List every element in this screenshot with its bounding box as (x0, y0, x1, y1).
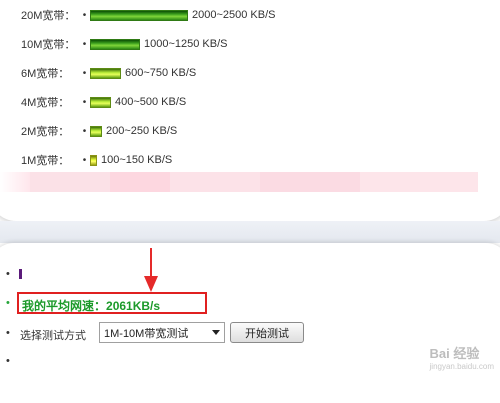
bandwidth-row: 2M宽带： • 200~250 KB/S (21, 124, 177, 138)
bullet: • (82, 154, 87, 166)
speed-bar (90, 154, 97, 166)
chevron-down-icon (212, 330, 220, 335)
bandwidth-label: 10M宽带： (21, 39, 76, 51)
bandwidth-row: 1M宽带： • 100~150 KB/S (21, 153, 172, 167)
redacted-strip (360, 172, 478, 192)
average-speed-value: 2061KB/s (106, 299, 161, 313)
speed-range: 400~500 KB/S (115, 96, 187, 108)
average-speed-result: 我的平均网速：2061KB/s (22, 297, 160, 314)
redacted-strip (30, 172, 110, 192)
loading-indicator (19, 269, 22, 279)
speed-range: 1000~1250 KB/S (144, 38, 228, 50)
bullet: • (6, 297, 10, 309)
bandwidth-label: 2M宽带： (21, 126, 70, 138)
bullet: • (6, 355, 10, 367)
bandwidth-label: 4M宽带： (21, 97, 70, 109)
speed-bar (90, 67, 121, 79)
redacted-strip (170, 172, 260, 192)
bandwidth-label: 6M宽带： (21, 68, 70, 80)
speed-bar (90, 125, 102, 137)
bullet: • (82, 67, 87, 79)
section-divider (0, 221, 500, 243)
bullet: • (6, 268, 10, 280)
test-mode-label: 选择测试方式 (20, 330, 86, 342)
redacted-strip (260, 172, 360, 192)
bullet: • (6, 327, 10, 339)
speed-bar (90, 38, 140, 50)
speed-range: 2000~2500 KB/S (192, 9, 276, 21)
bandwidth-row: 20M宽带： • 2000~2500 KB/S (21, 8, 276, 22)
bullet: • (82, 96, 87, 108)
test-mode-select[interactable]: 1M-10M带宽测试 (99, 322, 225, 343)
speed-bar (90, 96, 111, 108)
average-speed-label: 我的平均网速： (22, 299, 107, 313)
watermark: Bai 经验 jingyan.baidu.com (430, 343, 494, 371)
speed-range: 200~250 KB/S (106, 125, 178, 137)
watermark-logo: Bai 经验 (429, 346, 480, 361)
bandwidth-label: 20M宽带： (21, 10, 76, 22)
annotation-arrow-head (144, 276, 158, 292)
bullet: • (82, 125, 87, 137)
speed-bar (90, 9, 188, 21)
bandwidth-row: 6M宽带： • 600~750 KB/S (21, 66, 196, 80)
speed-range: 100~150 KB/S (101, 154, 173, 166)
bandwidth-row: 10M宽带： • 1000~1250 KB/S (21, 37, 228, 51)
redacted-strip (110, 172, 170, 192)
redacted-strip (0, 172, 30, 192)
bandwidth-row: 4M宽带： • 400~500 KB/S (21, 95, 186, 109)
speed-range: 600~750 KB/S (125, 67, 197, 79)
test-mode-selected: 1M-10M带宽测试 (104, 327, 189, 340)
bandwidth-label: 1M宽带： (21, 155, 70, 167)
annotation-arrow (150, 248, 152, 278)
start-test-button[interactable]: 开始测试 (230, 322, 304, 343)
bullet: • (82, 38, 87, 50)
watermark-url: jingyan.baidu.com (429, 362, 494, 371)
bullet: • (82, 9, 87, 21)
